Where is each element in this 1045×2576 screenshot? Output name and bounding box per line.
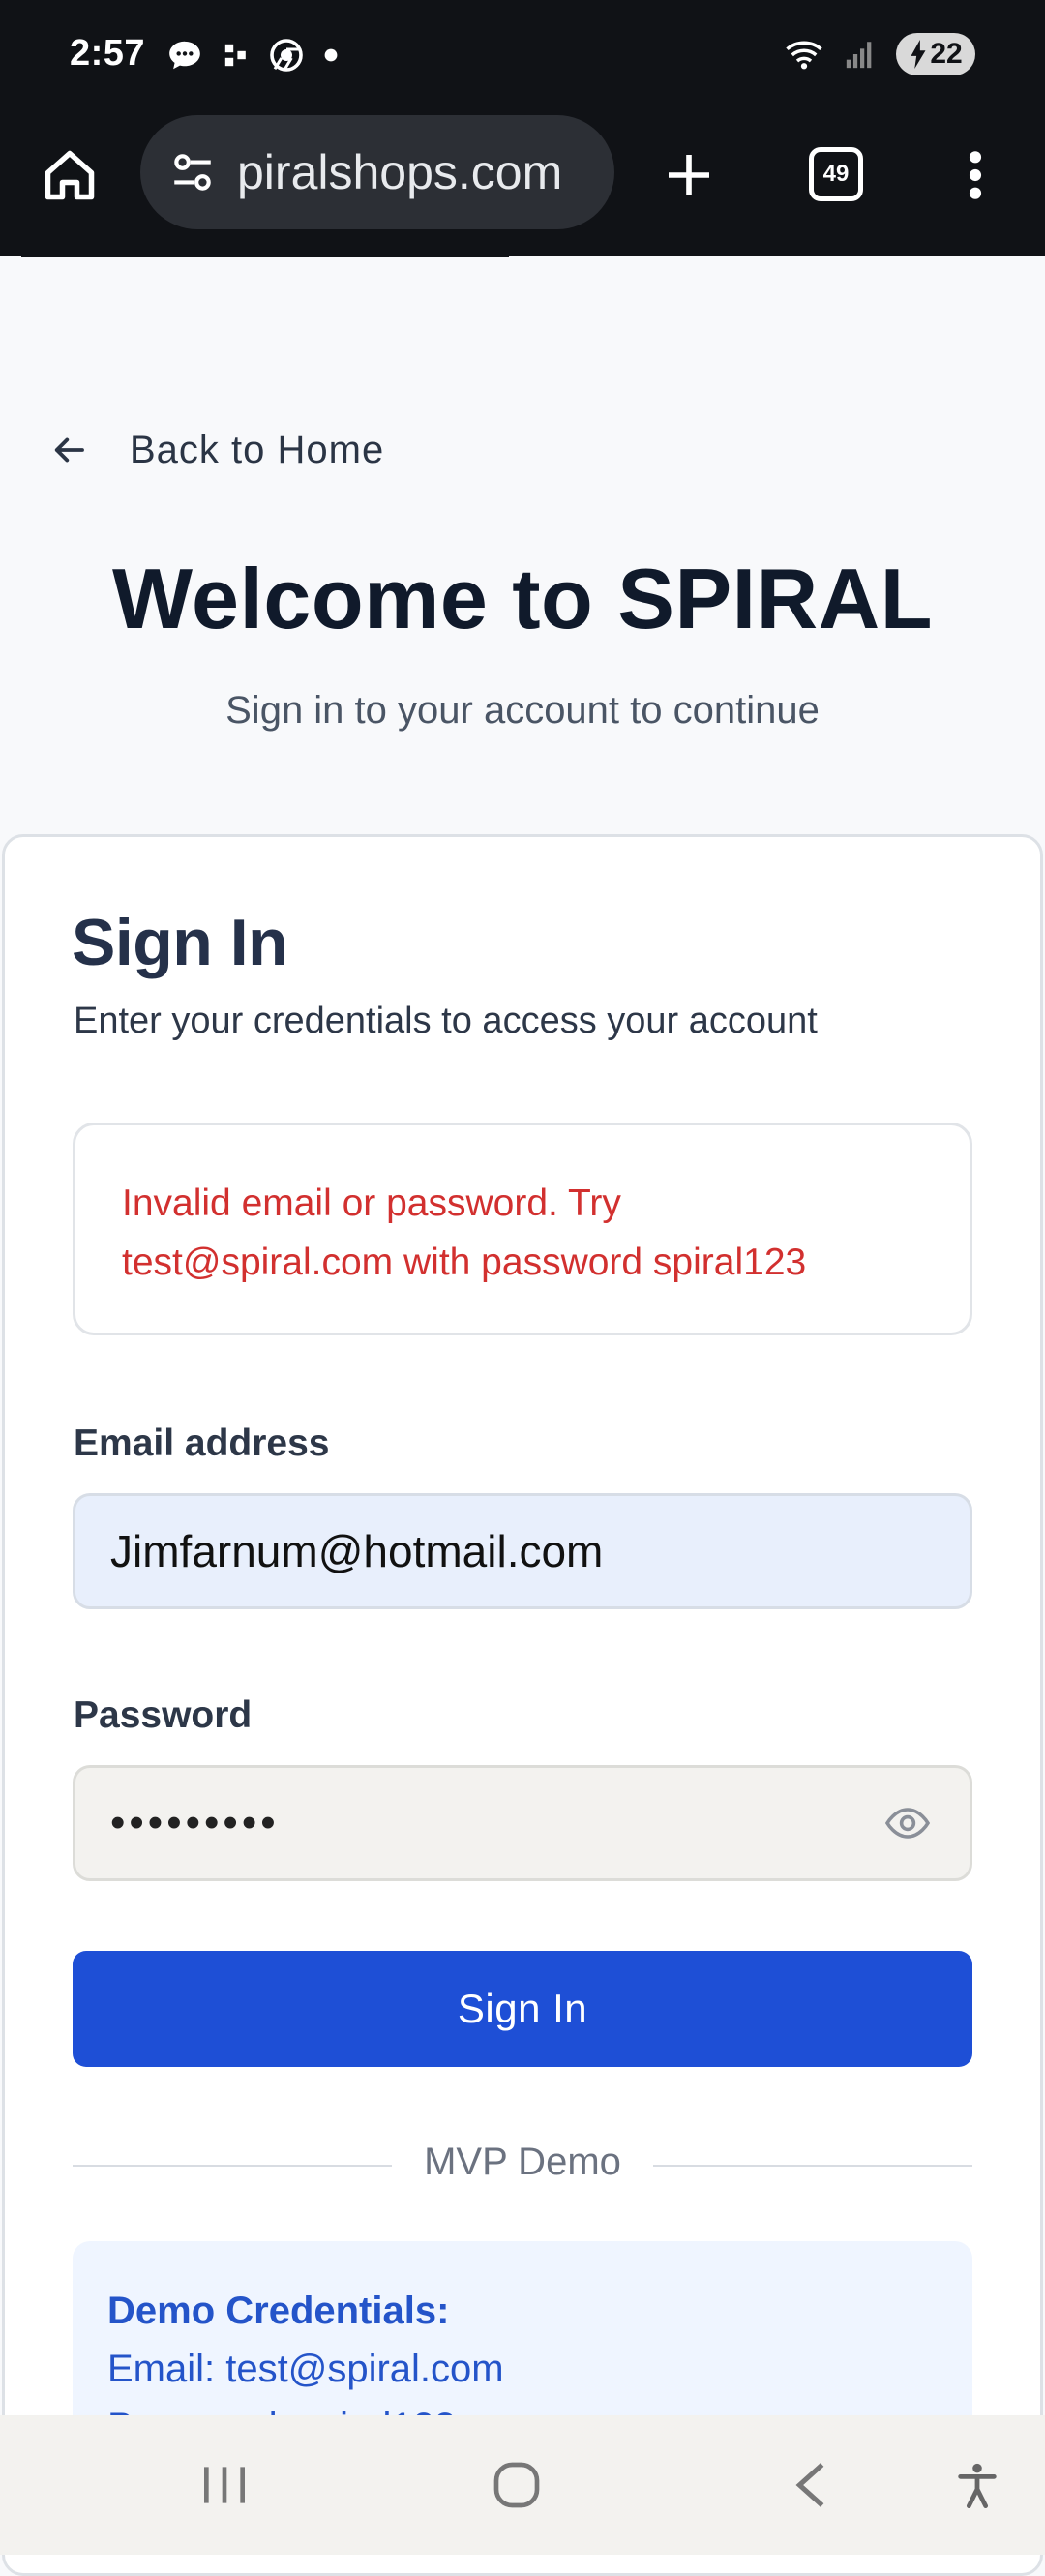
page-edge [21,254,509,257]
back-to-home-link[interactable]: Back to Home [48,421,384,479]
password-value: ••••••••• [110,1799,280,1846]
page-subtitle: Sign in to your account to continue [225,689,820,732]
card-subtitle: Enter your credentials to access your ac… [74,1001,818,1041]
home-icon [45,150,95,200]
tab-switcher-button[interactable]: 49 [809,147,863,201]
status-bar: 2:57 22 [0,0,1045,111]
dot-icon [324,48,338,62]
battery-indicator: 22 [896,33,975,75]
new-tab-button[interactable] [654,140,724,210]
divider-label: MVP Demo [424,2141,621,2183]
email-label: Email address [74,1423,330,1464]
email-field[interactable]: Jimfarnum@hotmail.com [73,1493,972,1609]
plus-icon [669,155,709,195]
recents-icon [204,2467,245,2503]
site-settings-button[interactable] [162,141,224,203]
back-chevron-icon [795,2463,824,2507]
back-link-label: Back to Home [130,428,385,471]
chat-bubble-icon [169,41,200,70]
browser-menu-button[interactable] [940,140,1010,210]
recents-button[interactable] [190,2450,259,2520]
divider-right [653,2165,972,2167]
url-text: piralshops.com [237,145,563,199]
battery-charging-icon [911,40,926,69]
sign-in-button[interactable]: Sign In [73,1951,972,2067]
card-title: Sign In [72,906,288,979]
system-nav-bar [0,2415,1045,2555]
accessibility-icon [958,2463,997,2509]
error-message-line2: test@spiral.com with password spiral123 [122,1242,807,1283]
accessibility-button[interactable] [942,2450,1012,2520]
demo-credentials-title: Demo Credentials: [107,2290,450,2332]
dots-icon [224,44,246,67]
wifi-icon [786,41,822,70]
eye-icon[interactable] [881,1796,935,1850]
arrow-left-icon [54,437,84,463]
back-nav-button[interactable] [776,2450,846,2520]
signal-icon [846,42,872,69]
home-circle-icon [493,2462,540,2508]
address-bar[interactable]: piralshops.com [140,115,614,229]
chrome-icon [270,39,303,72]
battery-level: 22 [930,38,963,70]
error-message-line1: Invalid email or password. Try [122,1183,621,1224]
home-button[interactable] [35,140,104,210]
password-field[interactable]: ••••••••• [73,1765,972,1881]
browser-toolbar: piralshops.com 49 [0,111,1045,256]
home-nav-button[interactable] [482,2450,552,2520]
status-time: 2:57 [70,33,146,74]
password-label: Password [74,1694,253,1736]
page-title: Welcome to SPIRAL [112,551,933,646]
error-alert: Invalid email or password. Try test@spir… [73,1123,972,1335]
demo-email: Email: test@spiral.com [107,2348,504,2390]
divider-left [73,2165,392,2167]
more-vertical-icon [969,151,982,199]
tune-icon [174,154,211,191]
